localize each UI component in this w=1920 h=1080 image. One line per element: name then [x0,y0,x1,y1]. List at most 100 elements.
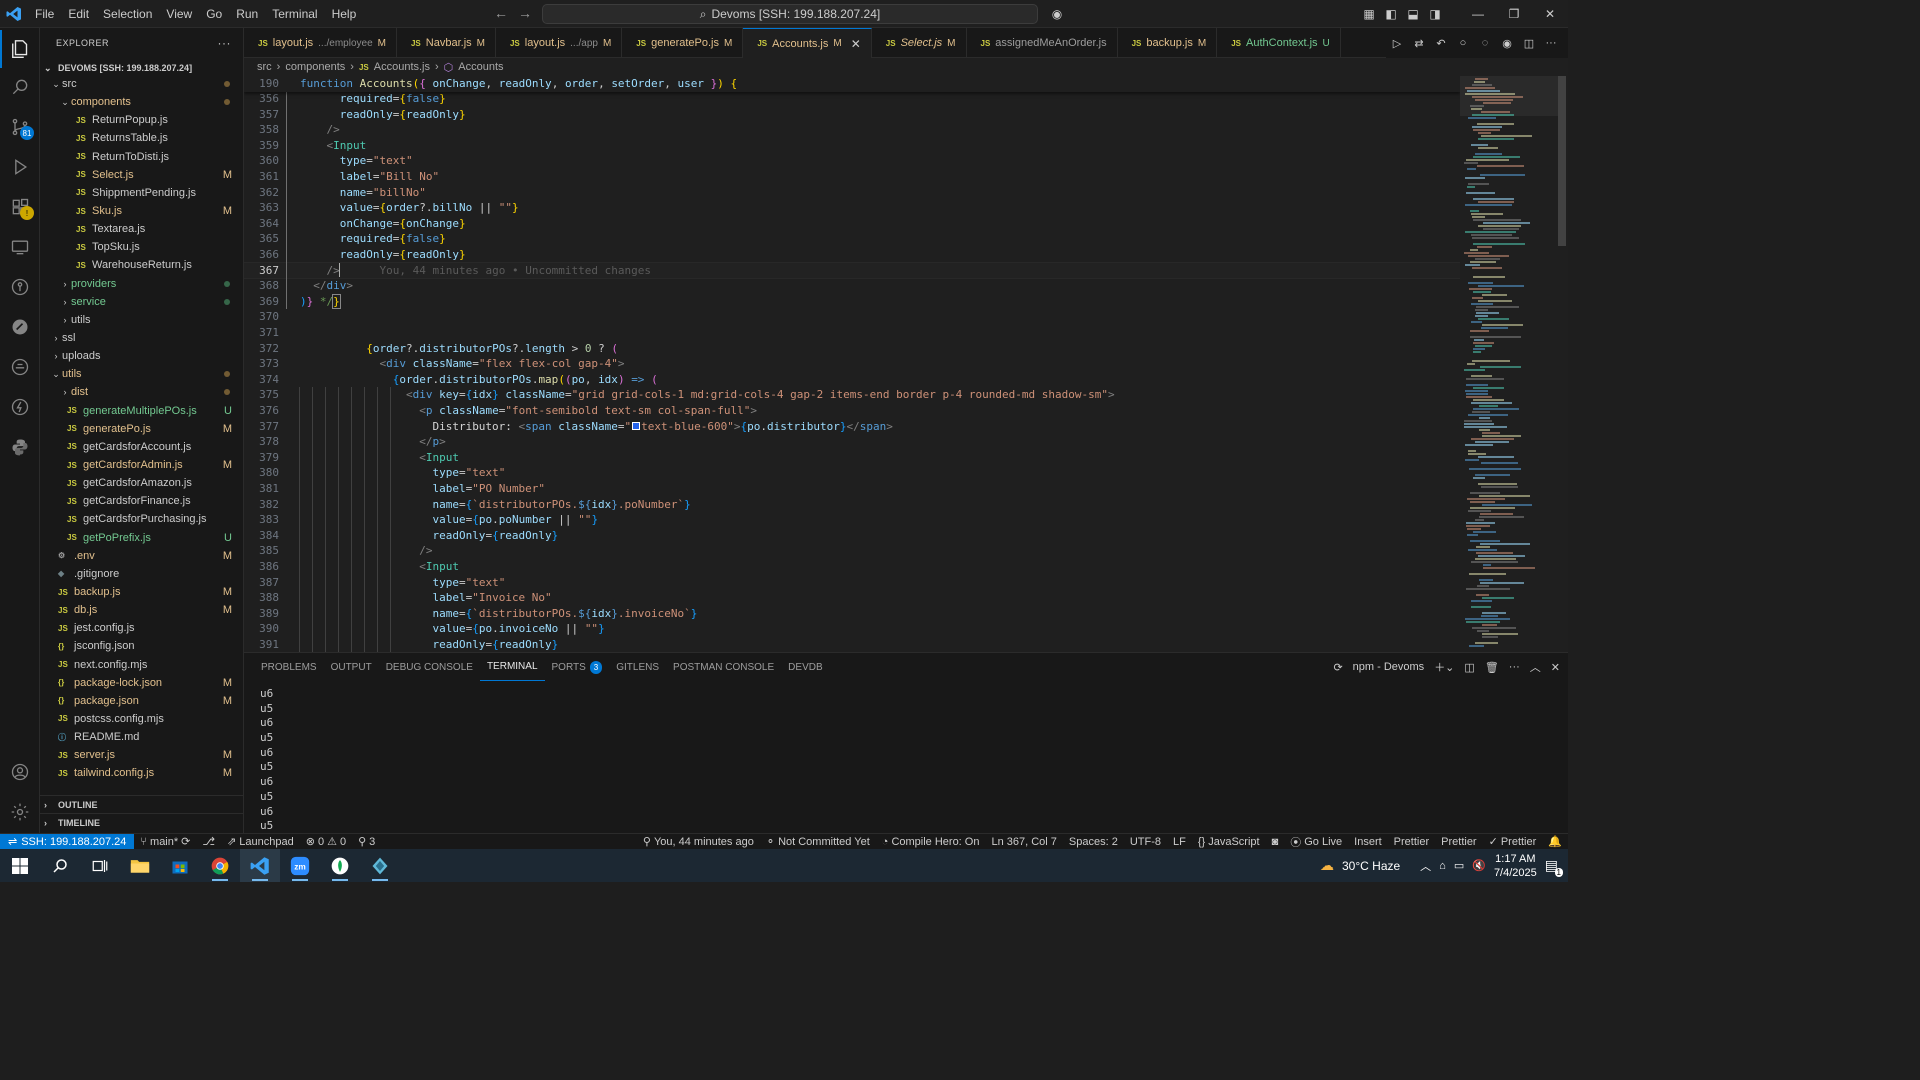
problems-indicator[interactable]: ⊗ 0 ⚠ 0 [300,835,352,849]
editor-tab[interactable]: JS Accounts.js M ✕ [743,28,872,58]
split-terminal-icon[interactable]: ◫ [1464,661,1474,674]
more-actions-icon[interactable]: ··· [1542,37,1560,49]
code-line[interactable]: 357 readOnly={readOnly} [244,107,1460,123]
file-item[interactable]: ⓘ README.md [40,728,243,746]
file-item[interactable]: JS ReturnToDisti.js [40,148,243,166]
code-line[interactable]: 358 /> [244,122,1460,138]
code-line[interactable]: 369)} */} [244,293,1460,310]
file-item[interactable]: {} jsconfig.json [40,637,243,655]
editor-tab[interactable]: JS generatePo.js M [622,28,744,58]
code-line[interactable]: 389 name={`distributorPOs.${idx}.invoice… [244,606,1460,622]
code-line[interactable]: 372 {order?.distributorPOs?.length > 0 ?… [244,341,1460,357]
file-item[interactable]: JS generateMultiplePOs.js U [40,402,243,420]
restore-icon[interactable]: ❐ [1496,7,1532,21]
code-line[interactable]: 366 readOnly={readOnly} [244,247,1460,263]
folder-item[interactable]: › dist [40,383,243,401]
prettier-status[interactable]: ✓ Prettier [1483,835,1543,849]
postman-icon[interactable] [0,308,40,346]
forward-arrow-icon[interactable]: → [518,5,532,21]
code-line[interactable]: 363 value={order?.billNo || ""} [244,200,1460,216]
file-item[interactable]: JS Textarea.js [40,220,243,238]
terminal-output[interactable]: u6 u5 u6 u5 u6 u5 u6 u5 u6 u5 [260,687,273,834]
file-item[interactable]: ◆ .gitignore [40,565,243,583]
folder-item[interactable]: ⌄ src [40,75,243,93]
panel-tab-gitlens[interactable]: GITLENS [609,653,666,681]
search-icon[interactable] [0,68,40,106]
remote-indicator[interactable]: ⇌ SSH: 199.188.207.24 [0,833,135,850]
code-line[interactable]: 356 required={false} [244,91,1460,107]
source-control-icon[interactable]: 81 [0,108,40,146]
back-arrow-icon[interactable]: ← [494,5,508,21]
breadcrumb-item[interactable]: components [285,61,345,73]
breadcrumb-item[interactable]: src [257,61,272,73]
panel-tab-problems[interactable]: PROBLEMS [254,653,324,681]
menu-item-terminal[interactable]: Terminal [265,0,324,28]
folder-item[interactable]: › providers [40,275,243,293]
timeline-section[interactable]: › TIMELINE [40,813,243,831]
indentation[interactable]: Spaces: 2 [1063,836,1124,848]
editor-tab[interactable]: JS Navbar.js M [397,28,496,58]
menu-item-edit[interactable]: Edit [61,0,96,28]
copilot-icon[interactable]: ◉ [1046,7,1068,21]
previous-change-icon[interactable]: ○ [1454,37,1472,49]
customize-layout-icon[interactable]: ▦ [1358,7,1380,21]
line-ending[interactable]: LF [1167,836,1192,848]
minimap[interactable] [1460,76,1568,652]
vscode-taskbar-icon[interactable] [240,849,280,882]
launchpad-item[interactable]: ⇗ Launchpad [221,835,300,849]
file-item[interactable]: JS getCardsforAmazon.js [40,474,243,492]
code-line[interactable]: 368 </div> [244,278,1460,294]
blame-item[interactable]: ⚲ You, 44 minutes ago [637,835,760,849]
prettier-item[interactable]: Prettier [1435,836,1482,848]
file-item[interactable]: {} package-lock.json M [40,674,243,692]
code-line[interactable]: 377 Distributor: <span className=" text-b… [244,419,1460,435]
clock[interactable]: 1:17 AM 7/4/2025 [1494,852,1537,880]
panel-tab-debug-console[interactable]: DEBUG CONSOLE [379,653,480,681]
notifications-bell-icon[interactable]: 🔔 [1542,835,1568,848]
breadcrumb-item[interactable]: Accounts [458,61,503,73]
code-line[interactable]: 382 name={`distributorPOs.${idx}.poNumbe… [244,497,1460,513]
taskbar-search-icon[interactable] [40,849,80,882]
code-line[interactable]: 361 label="Bill No" [244,169,1460,185]
file-item[interactable]: JS tailwind.config.js M [40,764,243,782]
menu-item-help[interactable]: Help [325,0,364,28]
maximize-panel-icon[interactable]: ︿ [1530,659,1541,675]
volume-muted-icon[interactable]: 🔇 [1472,859,1486,872]
panel-tab-output[interactable]: OUTPUT [324,653,379,681]
ports-indicator[interactable]: ⚲ 3 [352,835,381,849]
panel-tab-postman-console[interactable]: POSTMAN CONSOLE [666,653,781,681]
cursor-position[interactable]: Ln 367, Col 7 [985,836,1062,848]
close-window-icon[interactable]: ✕ [1532,7,1568,21]
sticky-scroll-line[interactable]: 190 function Accounts({ onChange, readOnl… [244,76,1460,92]
code-line[interactable]: 391 readOnly={readOnly} [244,637,1460,652]
close-tab-icon[interactable]: ✕ [851,37,861,51]
file-item[interactable]: JS Sku.js M [40,202,243,220]
split-editor-icon[interactable]: ◫ [1520,37,1538,50]
file-item[interactable]: JS generatePo.js M [40,420,243,438]
minimize-icon[interactable]: — [1460,7,1496,21]
editor-tab[interactable]: JS AuthContext.js U [1217,28,1341,58]
panel-tab-devdb[interactable]: DEVDB [781,653,829,681]
code-line[interactable]: 374 {order.distributorPOs.map((po, idx) … [244,372,1460,388]
folder-item[interactable]: › service [40,293,243,311]
editor-tab[interactable]: JS Select.js M [872,28,967,58]
new-terminal-icon[interactable]: ＋⌄ [1434,659,1454,675]
file-item[interactable]: JS backup.js M [40,583,243,601]
code-line[interactable]: 390 value={po.invoiceNo || ""} [244,621,1460,637]
code-line[interactable]: 376 <p className="font-semibold text-sm … [244,403,1460,419]
extensions-icon[interactable]: ! [0,188,40,226]
microsoft-store-icon[interactable] [160,849,200,882]
file-item[interactable]: JS getCardsforAccount.js [40,438,243,456]
folder-item[interactable]: ⌄ utils [40,365,243,383]
notification-center-icon[interactable]: ▤ 1 [1545,857,1563,877]
code-line[interactable]: 360 type="text" [244,153,1460,169]
network-icon[interactable]: ⌂ [1439,860,1446,872]
code-line[interactable]: 386 <Input [244,559,1460,575]
code-line[interactable]: 373 <div className="flex flex-col gap-4"… [244,356,1460,372]
outline-section[interactable]: › OUTLINE [40,795,243,813]
code-line[interactable]: 359 <Input [244,138,1460,154]
code-line[interactable]: 362 name="billNo" [244,185,1460,201]
run-icon[interactable]: ▷ [1388,37,1406,50]
copilot-status-icon[interactable]: ◙ [1266,836,1285,848]
explorer-icon[interactable] [0,30,40,68]
